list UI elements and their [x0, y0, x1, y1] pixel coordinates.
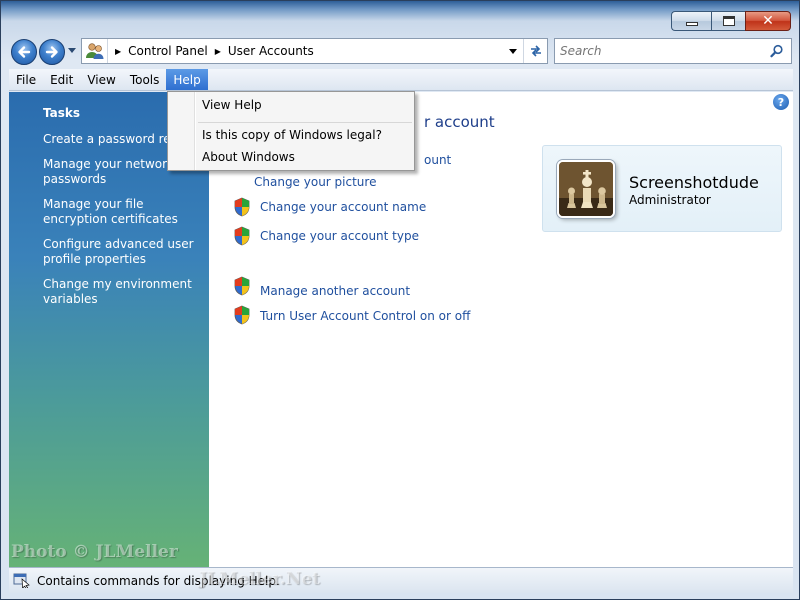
uac-shield-icon	[234, 276, 250, 296]
back-button[interactable]	[11, 39, 37, 65]
address-bar[interactable]: ▶ Control Panel ▶ User Accounts	[81, 38, 548, 64]
forward-arrow-icon	[45, 46, 58, 58]
maximize-button[interactable]	[711, 11, 745, 31]
link-change-account-type[interactable]: Change your account type	[260, 229, 419, 243]
task-change-environment-variables[interactable]: Change my environment variables	[43, 277, 203, 307]
search-icon[interactable]	[770, 44, 784, 58]
recent-pages-dropdown[interactable]	[68, 48, 76, 53]
watermark-photo: Photo © JLMeller	[11, 542, 178, 562]
address-history-dropdown[interactable]	[509, 49, 517, 54]
close-icon: ✕	[762, 13, 774, 29]
link-change-account-name[interactable]: Change your account name	[260, 200, 426, 214]
menu-bar: File Edit View Tools Help	[9, 69, 793, 91]
help-menu-dropdown: View Help Is this copy of Windows legal?…	[167, 91, 415, 171]
explorer-window: ✕ ▶ Control Panel ▶ User Accounts Search…	[0, 0, 800, 600]
user-accounts-icon	[82, 39, 108, 63]
help-icon[interactable]: ?	[773, 94, 789, 110]
link-change-password-partial[interactable]: ount	[424, 153, 451, 167]
menu-item-windows-legal[interactable]: Is this copy of Windows legal?	[202, 128, 382, 142]
task-configure-profile-properties[interactable]: Configure advanced user profile properti…	[43, 237, 203, 267]
refresh-button[interactable]	[523, 39, 547, 63]
link-turn-uac-on-off[interactable]: Turn User Account Control on or off	[260, 309, 470, 323]
menu-help[interactable]: Help	[166, 69, 208, 90]
link-manage-another-account[interactable]: Manage another account	[260, 284, 410, 298]
user-role: Administrator	[629, 193, 711, 207]
task-manage-encryption-certificates[interactable]: Manage your file encryption certificates	[43, 197, 203, 227]
menu-edit[interactable]: Edit	[43, 69, 80, 90]
search-box[interactable]	[554, 38, 792, 64]
close-button[interactable]: ✕	[745, 11, 791, 31]
minimize-icon	[685, 22, 698, 26]
watermark-site: JLMeller.Net	[199, 569, 320, 589]
breadcrumb-user-accounts[interactable]: User Accounts	[228, 44, 314, 58]
user-name: Screenshotdude	[629, 173, 759, 192]
uac-shield-icon	[234, 305, 250, 325]
breadcrumb-arrow-icon[interactable]: ▶	[115, 47, 121, 56]
breadcrumb-control-panel[interactable]: Control Panel	[128, 44, 208, 58]
user-account-card: Screenshotdude Administrator	[542, 145, 782, 232]
search-input[interactable]	[560, 44, 760, 58]
avatar[interactable]	[557, 160, 615, 218]
minimize-button[interactable]	[671, 11, 711, 31]
status-bar: Contains commands for displaying Help. J…	[9, 567, 793, 593]
uac-shield-icon	[234, 226, 250, 246]
page-title: r account	[424, 113, 495, 131]
breadcrumb-arrow-icon[interactable]: ▶	[215, 47, 221, 56]
menu-item-about-windows[interactable]: About Windows	[202, 150, 295, 164]
link-change-picture[interactable]: Change your picture	[254, 175, 376, 189]
forward-button[interactable]	[39, 39, 65, 65]
menu-item-view-help[interactable]: View Help	[202, 98, 262, 112]
menu-view[interactable]: View	[80, 69, 122, 90]
back-arrow-icon	[18, 46, 31, 58]
chess-pieces-icon	[559, 162, 613, 216]
refresh-icon	[530, 45, 541, 57]
help-status-icon	[13, 573, 30, 588]
menu-file[interactable]: File	[9, 69, 43, 90]
menu-separator	[198, 122, 412, 123]
caption-buttons: ✕	[671, 11, 791, 31]
uac-shield-icon	[234, 197, 250, 217]
maximize-icon	[722, 16, 735, 26]
menu-tools[interactable]: Tools	[123, 69, 167, 90]
tasks-heading: Tasks	[43, 106, 81, 120]
